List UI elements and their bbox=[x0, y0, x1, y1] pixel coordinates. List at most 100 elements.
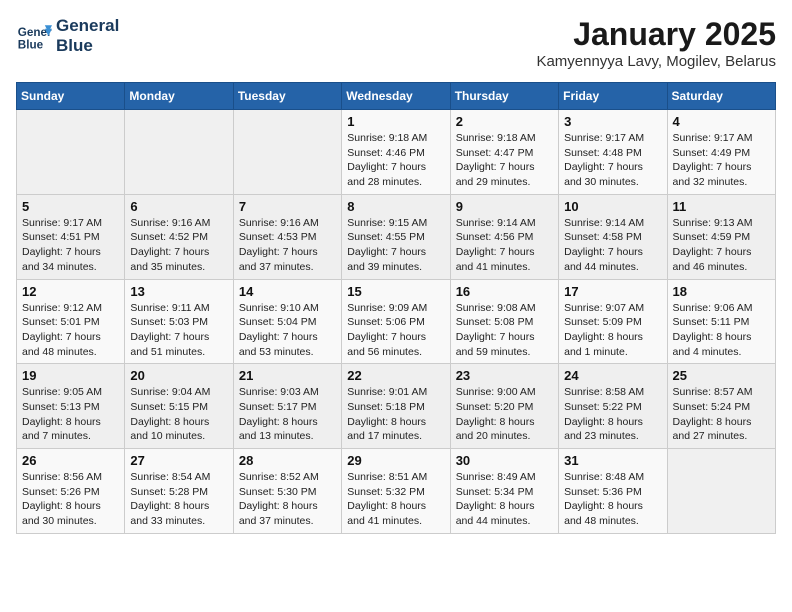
calendar-cell bbox=[233, 110, 341, 195]
day-number: 15 bbox=[347, 284, 444, 299]
calendar-header-row: SundayMondayTuesdayWednesdayThursdayFrid… bbox=[17, 83, 776, 110]
calendar-week-5: 26 Sunrise: 8:56 AMSunset: 5:26 PMDayligh… bbox=[17, 449, 776, 534]
weekday-header-tuesday: Tuesday bbox=[233, 83, 341, 110]
calendar-table: SundayMondayTuesdayWednesdayThursdayFrid… bbox=[16, 82, 776, 534]
day-number: 9 bbox=[456, 199, 553, 214]
day-number: 4 bbox=[673, 114, 770, 129]
day-number: 13 bbox=[130, 284, 227, 299]
calendar-cell: 26 Sunrise: 8:56 AMSunset: 5:26 PMDayligh… bbox=[17, 449, 125, 534]
day-number: 26 bbox=[22, 453, 119, 468]
calendar-week-1: 1Sunrise: 9:18 AMSunset: 4:46 PMDaylight… bbox=[17, 110, 776, 195]
day-info: Sunrise: 8:56 AMSunset: 5:26 PMDaylight:… bbox=[22, 470, 119, 529]
day-number: 27 bbox=[130, 453, 227, 468]
day-number: 19 bbox=[22, 368, 119, 383]
day-info: Sunrise: 9:05 AMSunset: 5:13 PMDaylight:… bbox=[22, 385, 119, 444]
calendar-cell: 13Sunrise: 9:11 AMSunset: 5:03 PMDayligh… bbox=[125, 279, 233, 364]
day-info: Sunrise: 9:01 AMSunset: 5:18 PMDaylight:… bbox=[347, 385, 444, 444]
day-info: Sunrise: 8:49 AMSunset: 5:34 PMDaylight:… bbox=[456, 470, 553, 529]
day-info: Sunrise: 9:06 AMSunset: 5:11 PMDaylight:… bbox=[673, 301, 770, 360]
calendar-cell: 9 Sunrise: 9:14 AMSunset: 4:56 PMDaylight… bbox=[450, 194, 558, 279]
calendar-cell: 5 Sunrise: 9:17 AMSunset: 4:51 PMDaylight… bbox=[17, 194, 125, 279]
calendar-cell: 25Sunrise: 8:57 AMSunset: 5:24 PMDayligh… bbox=[667, 364, 775, 449]
calendar-week-4: 19 Sunrise: 9:05 AMSunset: 5:13 PMDayligh… bbox=[17, 364, 776, 449]
day-info: Sunrise: 9:07 AMSunset: 5:09 PMDaylight:… bbox=[564, 301, 661, 360]
day-number: 16 bbox=[456, 284, 553, 299]
calendar-cell: 11 Sunrise: 9:13 AMSunset: 4:59 PMDayligh… bbox=[667, 194, 775, 279]
day-number: 14 bbox=[239, 284, 336, 299]
day-number: 7 bbox=[239, 199, 336, 214]
calendar-cell: 18 Sunrise: 9:06 AMSunset: 5:11 PMDayligh… bbox=[667, 279, 775, 364]
day-info: Sunrise: 8:48 AMSunset: 5:36 PMDaylight:… bbox=[564, 470, 661, 529]
calendar-cell: 20Sunrise: 9:04 AMSunset: 5:15 PMDayligh… bbox=[125, 364, 233, 449]
day-number: 8 bbox=[347, 199, 444, 214]
day-info: Sunrise: 8:54 AMSunset: 5:28 PMDaylight:… bbox=[130, 470, 227, 529]
day-number: 5 bbox=[22, 199, 119, 214]
calendar-cell: 21 Sunrise: 9:03 AMSunset: 5:17 PMDayligh… bbox=[233, 364, 341, 449]
logo-icon: General Blue bbox=[16, 18, 52, 54]
calendar-cell: 22 Sunrise: 9:01 AMSunset: 5:18 PMDayligh… bbox=[342, 364, 450, 449]
day-number: 28 bbox=[239, 453, 336, 468]
day-info: Sunrise: 9:00 AMSunset: 5:20 PMDaylight:… bbox=[456, 385, 553, 444]
calendar-cell: 3 Sunrise: 9:17 AMSunset: 4:48 PMDaylight… bbox=[559, 110, 667, 195]
day-number: 31 bbox=[564, 453, 661, 468]
day-number: 2 bbox=[456, 114, 553, 129]
day-number: 12 bbox=[22, 284, 119, 299]
day-number: 29 bbox=[347, 453, 444, 468]
day-info: Sunrise: 9:03 AMSunset: 5:17 PMDaylight:… bbox=[239, 385, 336, 444]
day-info: Sunrise: 9:14 AMSunset: 4:58 PMDaylight:… bbox=[564, 216, 661, 275]
calendar-cell: 29 Sunrise: 8:51 AMSunset: 5:32 PMDayligh… bbox=[342, 449, 450, 534]
logo-general: General bbox=[56, 16, 119, 36]
day-info: Sunrise: 9:13 AMSunset: 4:59 PMDaylight:… bbox=[673, 216, 770, 275]
calendar-cell: 15 Sunrise: 9:09 AMSunset: 5:06 PMDayligh… bbox=[342, 279, 450, 364]
day-number: 20 bbox=[130, 368, 227, 383]
calendar-cell: 6Sunrise: 9:16 AMSunset: 4:52 PMDaylight… bbox=[125, 194, 233, 279]
day-number: 23 bbox=[456, 368, 553, 383]
month-title: January 2025 bbox=[536, 16, 776, 53]
day-number: 11 bbox=[673, 199, 770, 214]
calendar-cell bbox=[17, 110, 125, 195]
day-info: Sunrise: 9:14 AMSunset: 4:56 PMDaylight:… bbox=[456, 216, 553, 275]
day-number: 10 bbox=[564, 199, 661, 214]
day-number: 30 bbox=[456, 453, 553, 468]
weekday-header-sunday: Sunday bbox=[17, 83, 125, 110]
calendar-cell: 4Sunrise: 9:17 AMSunset: 4:49 PMDaylight… bbox=[667, 110, 775, 195]
day-number: 3 bbox=[564, 114, 661, 129]
day-number: 24 bbox=[564, 368, 661, 383]
calendar-cell: 7 Sunrise: 9:16 AMSunset: 4:53 PMDaylight… bbox=[233, 194, 341, 279]
weekday-header-wednesday: Wednesday bbox=[342, 83, 450, 110]
day-number: 21 bbox=[239, 368, 336, 383]
weekday-header-friday: Friday bbox=[559, 83, 667, 110]
day-info: Sunrise: 9:16 AMSunset: 4:53 PMDaylight:… bbox=[239, 216, 336, 275]
calendar-cell: 30 Sunrise: 8:49 AMSunset: 5:34 PMDayligh… bbox=[450, 449, 558, 534]
day-info: Sunrise: 9:12 AMSunset: 5:01 PMDaylight:… bbox=[22, 301, 119, 360]
title-block: January 2025 Kamyennyya Lavy, Mogilev, B… bbox=[536, 16, 776, 70]
logo-blue: Blue bbox=[56, 36, 119, 56]
calendar-cell: 14 Sunrise: 9:10 AMSunset: 5:04 PMDayligh… bbox=[233, 279, 341, 364]
calendar-cell: 17 Sunrise: 9:07 AMSunset: 5:09 PMDayligh… bbox=[559, 279, 667, 364]
calendar-cell bbox=[125, 110, 233, 195]
day-info: Sunrise: 9:17 AMSunset: 4:51 PMDaylight:… bbox=[22, 216, 119, 275]
day-info: Sunrise: 8:57 AMSunset: 5:24 PMDaylight:… bbox=[673, 385, 770, 444]
day-number: 22 bbox=[347, 368, 444, 383]
day-info: Sunrise: 8:51 AMSunset: 5:32 PMDaylight:… bbox=[347, 470, 444, 529]
calendar-cell: 23 Sunrise: 9:00 AMSunset: 5:20 PMDayligh… bbox=[450, 364, 558, 449]
day-info: Sunrise: 9:17 AMSunset: 4:48 PMDaylight:… bbox=[564, 131, 661, 190]
day-number: 18 bbox=[673, 284, 770, 299]
day-info: Sunrise: 9:09 AMSunset: 5:06 PMDaylight:… bbox=[347, 301, 444, 360]
day-info: Sunrise: 9:18 AMSunset: 4:47 PMDaylight:… bbox=[456, 131, 553, 190]
day-info: Sunrise: 9:16 AMSunset: 4:52 PMDaylight:… bbox=[130, 216, 227, 275]
calendar-week-3: 12 Sunrise: 9:12 AMSunset: 5:01 PMDayligh… bbox=[17, 279, 776, 364]
weekday-header-thursday: Thursday bbox=[450, 83, 558, 110]
day-number: 1 bbox=[347, 114, 444, 129]
day-info: Sunrise: 9:10 AMSunset: 5:04 PMDaylight:… bbox=[239, 301, 336, 360]
calendar-cell: 2 Sunrise: 9:18 AMSunset: 4:47 PMDaylight… bbox=[450, 110, 558, 195]
logo: General Blue General Blue bbox=[16, 16, 119, 55]
calendar-cell: 24 Sunrise: 8:58 AMSunset: 5:22 PMDayligh… bbox=[559, 364, 667, 449]
svg-text:Blue: Blue bbox=[18, 38, 44, 51]
calendar-cell: 16 Sunrise: 9:08 AMSunset: 5:08 PMDayligh… bbox=[450, 279, 558, 364]
day-number: 17 bbox=[564, 284, 661, 299]
weekday-header-monday: Monday bbox=[125, 83, 233, 110]
page-header: General Blue General Blue January 2025 K… bbox=[16, 16, 776, 70]
day-info: Sunrise: 9:08 AMSunset: 5:08 PMDaylight:… bbox=[456, 301, 553, 360]
day-info: Sunrise: 8:58 AMSunset: 5:22 PMDaylight:… bbox=[564, 385, 661, 444]
